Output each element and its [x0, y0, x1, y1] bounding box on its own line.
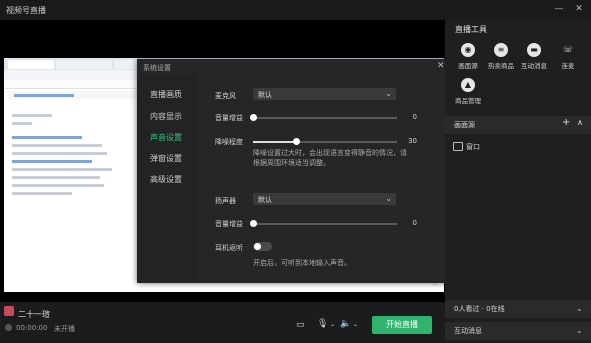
ear-monitor-hint: 开启后，可听到本地输入声音。: [253, 259, 351, 267]
dialog-title: 系统设置: [143, 64, 171, 72]
title-bar: [0, 0, 591, 20]
tool-hot-products[interactable]: ≡ 热卖商品: [485, 43, 517, 70]
microphone-icon[interactable]: 🎙: [317, 319, 328, 329]
list-icon: ≡: [494, 43, 508, 57]
tool-co-host[interactable]: ☏ 连麦: [552, 43, 584, 70]
microphone-label: 麦克风: [215, 92, 236, 100]
messages-title: 互动消息: [454, 327, 482, 335]
mic-volume-handle[interactable]: [250, 114, 257, 121]
close-window-button[interactable]: ✕: [572, 3, 586, 15]
nav-item-content-display[interactable]: 内容显示: [150, 111, 182, 122]
speaker-value: 默认: [258, 196, 272, 204]
nav-item-video-quality[interactable]: 直播画质: [150, 89, 182, 100]
speaker-volume-value: 0: [412, 219, 417, 227]
tool-label: 连麦: [561, 62, 575, 70]
live-duration: 00:00:00: [16, 324, 48, 332]
noise-suppression-fill: [253, 141, 296, 143]
tools-title: 直播工具: [455, 25, 487, 34]
bag-icon: ▲: [461, 78, 475, 92]
dialog-close-button[interactable]: ✕: [437, 61, 445, 71]
speaker-volume-label: 音量增益: [215, 220, 243, 228]
mic-volume-value: 0: [412, 113, 417, 121]
nav-item-popup-settings[interactable]: 弹窗设置: [150, 153, 182, 164]
collapse-icon[interactable]: ∧: [577, 118, 583, 127]
speaker-volume-slider[interactable]: [253, 223, 397, 225]
mic-volume-label: 音量增益: [215, 114, 243, 122]
user-name: 二十一瑄: [18, 310, 50, 319]
add-scene-button[interactable]: +: [562, 117, 570, 128]
chevron-down-icon: ⌄: [576, 304, 583, 313]
tool-interactive-messages[interactable]: ▬ 互动消息: [518, 43, 550, 70]
settings-dialog: 系统设置 ✕ 直播画质 内容显示 声音设置 弹窗设置 高级设置 麦克风 默认 ⌄…: [137, 59, 449, 283]
noise-suppression-value: 30: [408, 137, 417, 145]
chevron-down-icon[interactable]: ⌄: [353, 321, 358, 328]
chevron-down-icon[interactable]: ⌄: [330, 321, 335, 328]
speaker-select[interactable]: 默认 ⌄: [253, 193, 396, 205]
chevron-down-icon: ⌄: [385, 194, 392, 203]
tool-label: 互动消息: [521, 62, 547, 70]
microphone-value: 默认: [258, 91, 272, 99]
viewer-stats: 0人看过 · 0在线: [454, 305, 505, 313]
chevron-down-icon: ⌄: [576, 326, 583, 335]
speaker-icon[interactable]: 🔈: [340, 319, 351, 329]
chat-icon: ▬: [527, 43, 541, 57]
noise-suppression-label: 降噪程度: [215, 138, 243, 146]
nav-item-advanced-settings[interactable]: 高级设置: [150, 174, 182, 185]
scene-item-window[interactable]: 窗口: [466, 142, 480, 152]
speaker-label: 扬声器: [215, 197, 236, 205]
app-title: 视频号直播: [6, 6, 46, 15]
chevron-down-icon: ⌄: [385, 89, 392, 98]
ear-monitor-label: 耳机返听: [215, 244, 243, 252]
avatar: [4, 306, 14, 316]
camera-icon: ◉: [461, 43, 475, 57]
phone-icon: ☏: [562, 45, 573, 54]
noise-hint: 降噪设置过大时，会出现语言变得静音的情况，请根据周围环境适当调整。: [253, 149, 407, 167]
speaker-volume-handle[interactable]: [250, 220, 257, 227]
window-icon: [453, 142, 463, 151]
minimize-button[interactable]: —: [552, 3, 566, 15]
scene-source-title: 画面源: [454, 121, 475, 129]
microphone-select[interactable]: 默认 ⌄: [253, 88, 396, 100]
live-status: 未开播: [54, 325, 75, 333]
mic-volume-slider[interactable]: [253, 117, 397, 119]
nav-item-sound-settings[interactable]: 声音设置: [150, 132, 182, 143]
start-live-button[interactable]: 开始直播: [372, 316, 432, 334]
tool-label: 热卖商品: [488, 62, 514, 70]
noise-suppression-handle[interactable]: [293, 138, 300, 145]
tool-scene-source[interactable]: ◉ 画面源: [452, 43, 484, 70]
tool-product-management[interactable]: ▲ 商品管理: [452, 78, 484, 105]
ear-monitor-toggle[interactable]: [253, 242, 272, 251]
screen-rotate-icon[interactable]: ▭: [296, 320, 305, 330]
tool-label: 商品管理: [455, 97, 481, 105]
clock-icon: [5, 324, 12, 331]
tool-label: 画面源: [458, 62, 478, 70]
